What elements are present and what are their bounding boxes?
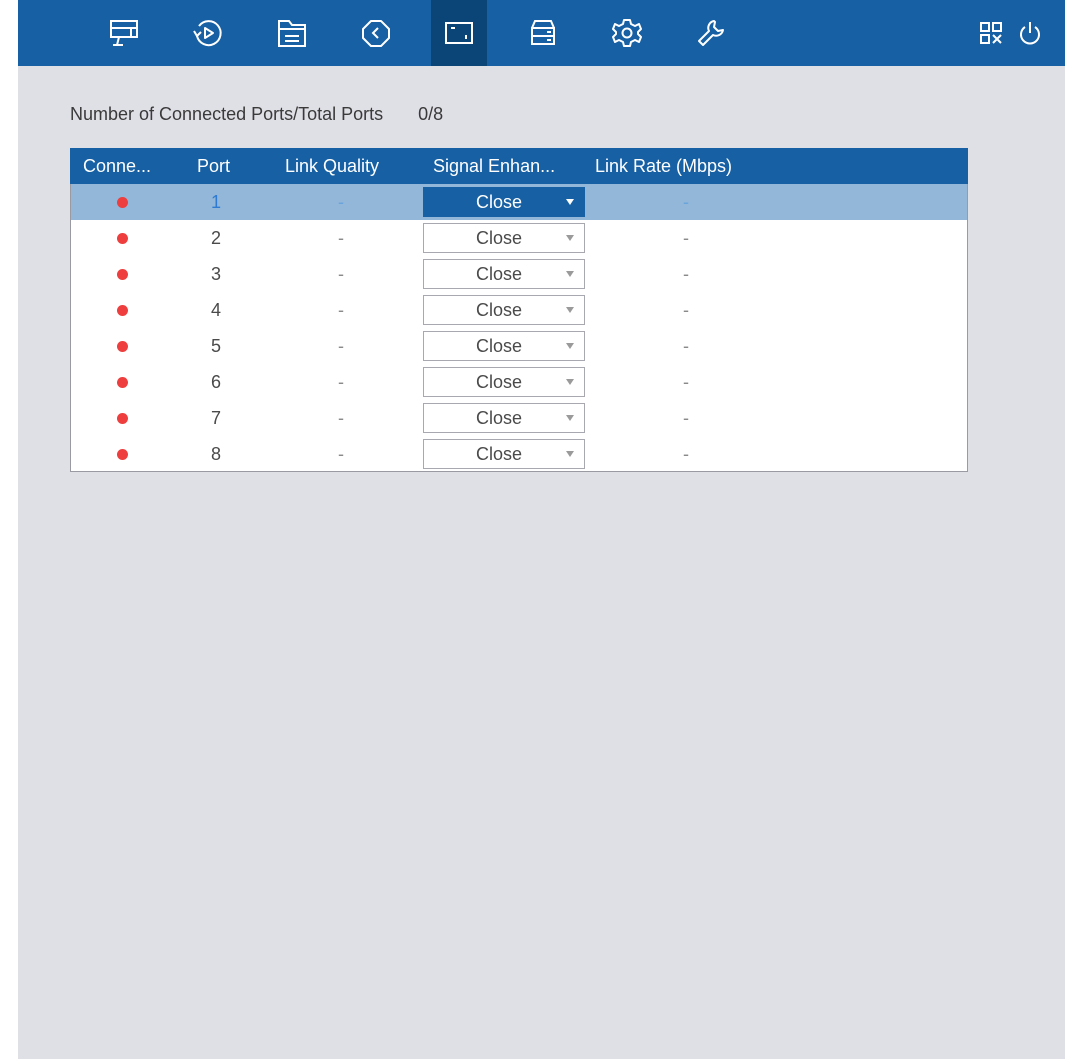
table-row[interactable]: 7 - Close -	[71, 400, 967, 436]
table-row[interactable]: 5 - Close -	[71, 328, 967, 364]
wrench-icon	[698, 20, 724, 46]
port-number: 6	[210, 372, 221, 392]
power-icon	[1020, 22, 1040, 45]
link-rate-value: -	[683, 408, 689, 428]
port-number: 3	[210, 264, 221, 284]
dropdown-arrow-icon	[566, 343, 574, 349]
link-quality-value: -	[338, 408, 344, 428]
link-rate-value: -	[683, 192, 689, 212]
playback-icon	[193, 20, 222, 47]
signal-enhancement-value: Close	[475, 228, 523, 248]
signal-enhancement-select[interactable]: Close	[423, 367, 585, 397]
link-rate-value: -	[683, 228, 689, 248]
nav-camera[interactable]	[431, 0, 487, 66]
signal-enhancement-value: Close	[475, 192, 523, 212]
status-dot-icon	[117, 341, 128, 352]
nav-playback[interactable]	[180, 0, 236, 66]
signal-enhancement-value: Close	[475, 408, 523, 428]
status-dot-icon	[117, 449, 128, 460]
power-button[interactable]	[1012, 0, 1048, 66]
dropdown-arrow-icon	[566, 235, 574, 241]
file-icon	[278, 20, 306, 47]
link-rate-value: -	[683, 444, 689, 464]
nav-file-management[interactable]	[264, 0, 320, 66]
app-window: Number of Connected Ports/Total Ports 0/…	[18, 0, 1065, 1059]
link-rate-value: -	[683, 264, 689, 284]
nav-maintenance[interactable]	[683, 0, 739, 66]
dropdown-arrow-icon	[566, 379, 574, 385]
summary-label: Number of Connected Ports/Total Ports	[70, 104, 384, 124]
signal-enhancement-select[interactable]: Close	[423, 187, 585, 217]
link-quality-value: -	[338, 444, 344, 464]
top-navigation-bar	[18, 0, 1065, 66]
link-rate-value: -	[683, 372, 689, 392]
port-number: 5	[210, 336, 221, 356]
header-link-rate[interactable]: Link Rate (Mbps)	[595, 148, 732, 184]
status-dot-icon	[117, 305, 128, 316]
gear-icon	[612, 19, 642, 47]
link-rate-value: -	[683, 300, 689, 320]
status-dot-icon	[117, 413, 128, 424]
table-row[interactable]: 2 - Close -	[71, 220, 967, 256]
port-number: 4	[210, 300, 221, 320]
header-signal-enhancement[interactable]: Signal Enhan...	[433, 148, 555, 184]
status-dot-icon	[117, 377, 128, 388]
connected-ports-summary: Number of Connected Ports/Total Ports 0/…	[70, 104, 443, 125]
nav-storage[interactable]	[515, 0, 571, 66]
signal-enhancement-select[interactable]: Close	[423, 439, 585, 469]
qr-code-button[interactable]	[973, 0, 1009, 66]
table-header: Conne... Port Link Quality Signal Enhan.…	[70, 148, 968, 184]
nav-smart-analysis[interactable]	[348, 0, 404, 66]
nav-configuration[interactable]	[599, 0, 655, 66]
table-row[interactable]: 4 - Close -	[71, 292, 967, 328]
signal-enhancement-select[interactable]: Close	[423, 223, 585, 253]
status-dot-icon	[117, 197, 128, 208]
table-row[interactable]: 6 - Close -	[71, 364, 967, 400]
storage-icon	[531, 20, 555, 45]
dropdown-arrow-icon	[566, 415, 574, 421]
ports-table: Conne... Port Link Quality Signal Enhan.…	[70, 148, 968, 472]
link-quality-value: -	[338, 192, 344, 212]
nav-live-view[interactable]	[96, 0, 152, 66]
header-connection[interactable]: Conne...	[83, 148, 151, 184]
port-number: 8	[210, 444, 221, 464]
link-quality-value: -	[338, 300, 344, 320]
header-link-quality[interactable]: Link Quality	[285, 148, 379, 184]
qr-code-icon	[980, 22, 1002, 44]
link-quality-value: -	[338, 336, 344, 356]
dropdown-arrow-icon	[566, 199, 574, 205]
link-quality-value: -	[338, 228, 344, 248]
signal-enhancement-value: Close	[475, 336, 523, 356]
signal-enhancement-value: Close	[475, 372, 523, 392]
dropdown-arrow-icon	[566, 451, 574, 457]
signal-enhancement-value: Close	[475, 444, 523, 464]
dropdown-arrow-icon	[566, 271, 574, 277]
status-dot-icon	[117, 233, 128, 244]
signal-enhancement-select[interactable]: Close	[423, 331, 585, 361]
smart-icon	[362, 20, 390, 47]
signal-enhancement-select[interactable]: Close	[423, 295, 585, 325]
table-row[interactable]: 1 - Close -	[71, 184, 967, 220]
table-row[interactable]: 3 - Close -	[71, 256, 967, 292]
port-number: 7	[210, 408, 221, 428]
status-dot-icon	[117, 269, 128, 280]
signal-enhancement-value: Close	[475, 264, 523, 284]
dropdown-arrow-icon	[566, 307, 574, 313]
summary-value: 0/8	[418, 104, 444, 124]
link-quality-value: -	[338, 264, 344, 284]
port-number: 1	[210, 192, 221, 212]
header-port[interactable]: Port	[197, 148, 230, 184]
port-number: 2	[210, 228, 221, 248]
signal-enhancement-select[interactable]: Close	[423, 259, 585, 289]
monitor-icon	[110, 20, 138, 46]
link-quality-value: -	[338, 372, 344, 392]
link-rate-value: -	[683, 336, 689, 356]
signal-enhancement-select[interactable]: Close	[423, 403, 585, 433]
table-row[interactable]: 8 - Close -	[71, 436, 967, 472]
camera-port-icon	[445, 22, 473, 44]
signal-enhancement-value: Close	[475, 300, 523, 320]
